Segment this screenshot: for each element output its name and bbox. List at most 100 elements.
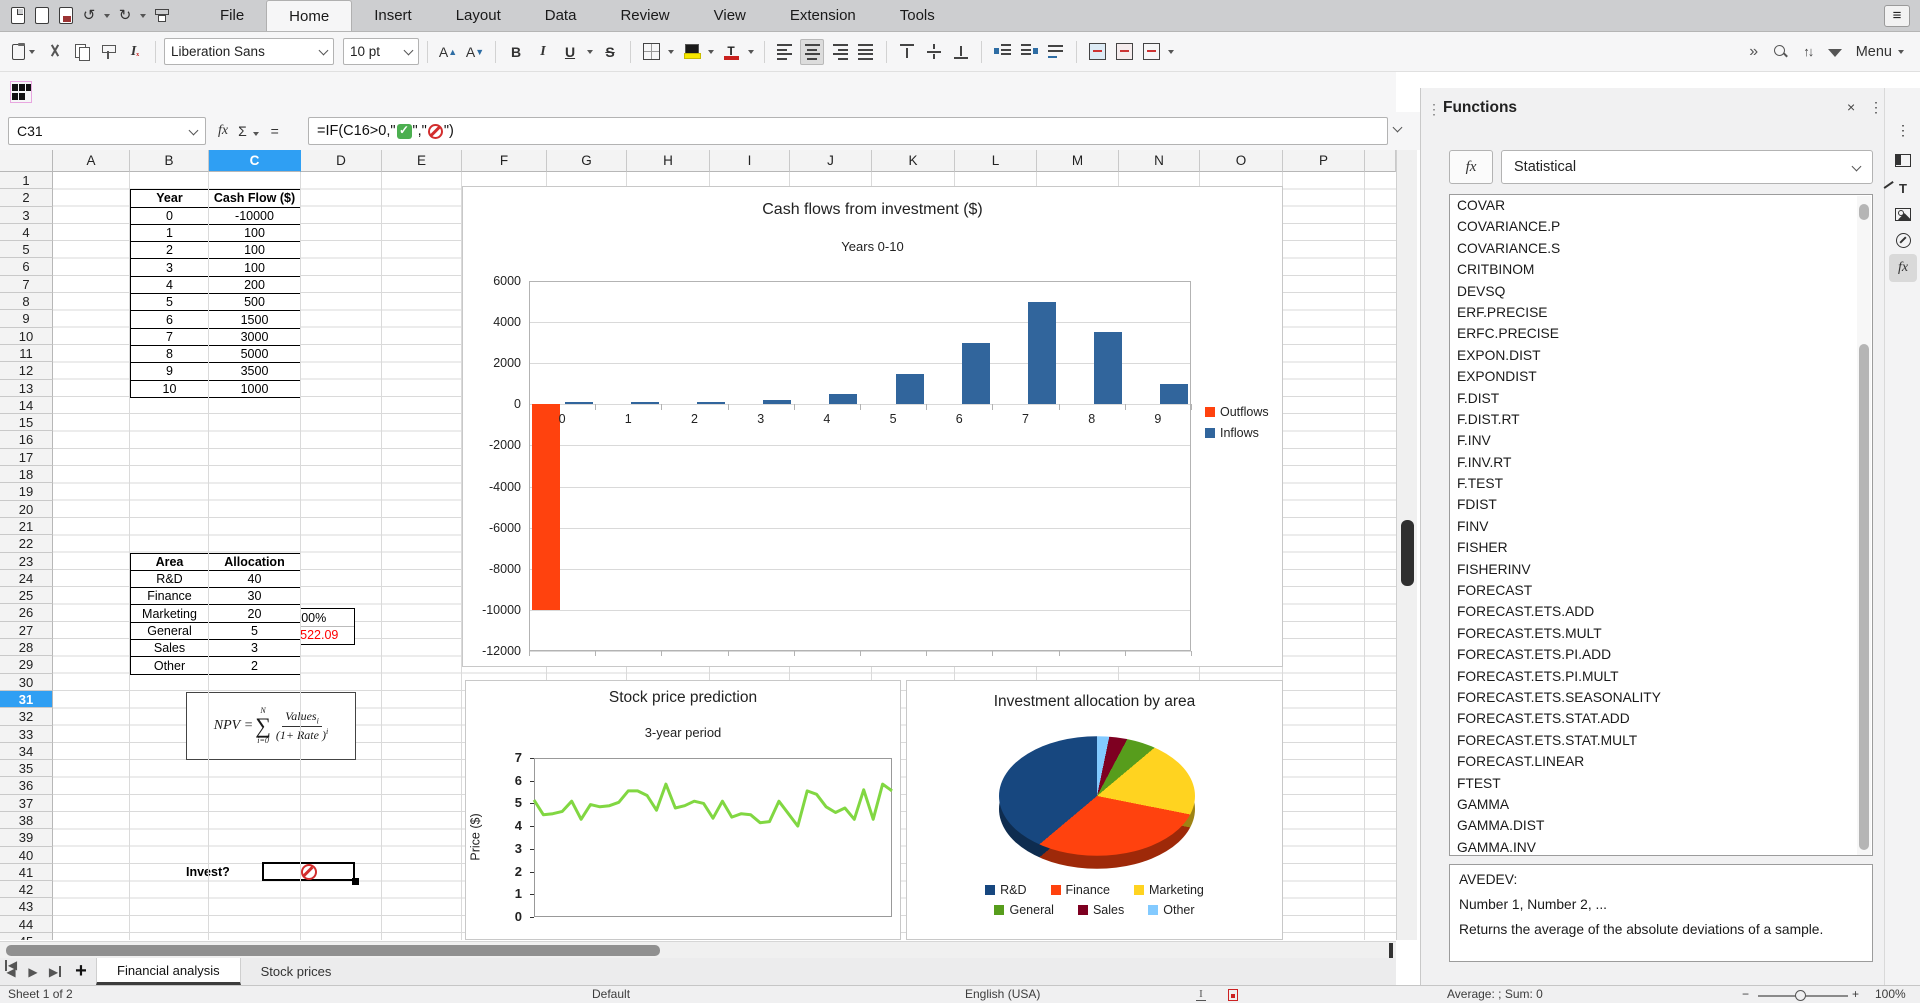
copy-button[interactable] [69, 39, 93, 65]
row-header-35[interactable]: 35 [0, 760, 53, 777]
npv-formula-image[interactable]: NPV = N∑i=0 Valuesi (1+ Rate )i [186, 692, 356, 760]
row-header-8[interactable]: 8 [0, 293, 53, 310]
legend-item[interactable]: Finance [1051, 883, 1110, 897]
line-chart[interactable]: Stock price prediction3-year period76543… [465, 680, 901, 940]
table-cell[interactable]: 3000 [209, 329, 301, 346]
function-list-item[interactable]: FISHERINV [1450, 559, 1872, 580]
row-header-1[interactable]: 1 [0, 172, 53, 189]
undo-icon[interactable]: ↺ [80, 6, 98, 26]
zoom-out-button[interactable]: − [1742, 987, 1749, 1001]
table-cell[interactable]: -10000 [209, 208, 301, 225]
gallery-deck-icon[interactable] [1889, 202, 1917, 226]
row-headers[interactable]: 1234567891011121314151617181920212223242… [0, 172, 53, 940]
table-cell[interactable]: 2 [209, 657, 301, 674]
new-document-icon[interactable] [8, 6, 28, 26]
row-header-3[interactable]: 3 [0, 207, 53, 224]
column-header-G[interactable]: G [547, 150, 627, 172]
function-list-item[interactable]: FORECAST.ETS.ADD [1450, 601, 1872, 622]
column-header-I[interactable]: I [710, 150, 790, 172]
outflow-bar[interactable] [532, 404, 560, 610]
row-header-37[interactable]: 37 [0, 795, 53, 812]
row-header-38[interactable]: 38 [0, 812, 53, 829]
column-header-C[interactable]: C [209, 150, 301, 172]
font-color-button[interactable]: T [719, 39, 743, 65]
inflow-bar[interactable] [1094, 332, 1122, 404]
column-header-M[interactable]: M [1037, 150, 1119, 172]
autofilter-button[interactable] [1823, 39, 1847, 65]
column-header-K[interactable]: K [872, 150, 955, 172]
last-sheet-icon[interactable]: ▶ [44, 958, 66, 985]
row-header-10[interactable]: 10 [0, 328, 53, 345]
table-cell[interactable]: 3 [209, 640, 301, 657]
table-cell[interactable]: 7 [131, 329, 209, 346]
function-list-scrollbar-thumb[interactable] [1859, 344, 1869, 850]
row-header-30[interactable]: 30 [0, 674, 53, 691]
table-cell[interactable]: 100 [209, 259, 301, 276]
table-cell[interactable]: 40 [209, 571, 301, 588]
row-header-19[interactable]: 19 [0, 483, 53, 500]
function-list-item[interactable]: FORECAST.ETS.SEASONALITY [1450, 687, 1872, 708]
row-header-36[interactable]: 36 [0, 777, 53, 794]
merge-center-button[interactable] [1112, 39, 1136, 65]
vertical-scrollbar-thumb[interactable] [1401, 520, 1414, 586]
table-cell[interactable]: 2 [131, 242, 209, 259]
column-header-A[interactable]: A [53, 150, 130, 172]
table-cell[interactable]: 6 [131, 311, 209, 328]
row-header-26[interactable]: 26 [0, 604, 53, 621]
row-header-34[interactable]: 34 [0, 743, 53, 760]
functions-deck-icon[interactable]: fx [1889, 254, 1917, 282]
merge-dropdown-icon[interactable] [1168, 50, 1174, 54]
name-box[interactable]: C31 [8, 117, 206, 145]
legend-item[interactable]: Inflows [1205, 426, 1259, 440]
function-wizard-button[interactable]: fx [1449, 150, 1493, 184]
select-all-corner[interactable] [0, 150, 53, 172]
first-sheet-icon[interactable]: ◀ [0, 958, 22, 972]
legend-item[interactable]: Outflows [1205, 405, 1269, 419]
column-header-N[interactable]: N [1119, 150, 1200, 172]
menu-tab-tools[interactable]: Tools [878, 0, 957, 31]
table-cell[interactable]: 200 [209, 277, 301, 294]
clear-formatting-button[interactable]: Iₓ [123, 39, 147, 65]
font-color-dropdown-icon[interactable] [748, 50, 754, 54]
bold-button[interactable]: B [504, 39, 528, 65]
grow-font-button[interactable]: A▲ [436, 39, 460, 65]
next-sheet-icon[interactable]: ▶ [22, 958, 44, 985]
category-combobox[interactable]: Statistical [1501, 150, 1873, 184]
print-icon[interactable] [152, 6, 172, 26]
function-list-item[interactable]: COVARIANCE.S [1450, 238, 1872, 259]
bar-chart[interactable]: Cash flows from investment ($)Years 0-10… [462, 186, 1283, 667]
row-header-40[interactable]: 40 [0, 847, 53, 864]
column-header-J[interactable]: J [790, 150, 872, 172]
table-cell[interactable]: 8 [131, 346, 209, 363]
function-list-item[interactable]: FORECAST.ETS.STAT.ADD [1450, 708, 1872, 729]
row-header-41[interactable]: 41 [0, 864, 53, 881]
autosum-icon[interactable]: Σ [238, 123, 261, 139]
column-header-E[interactable]: E [382, 150, 462, 172]
align-right-button[interactable] [827, 39, 851, 65]
legend-item[interactable]: R&D [985, 883, 1026, 897]
function-list-item[interactable]: FISHER [1450, 537, 1872, 558]
formula-input[interactable]: =IF(C16>0,"","") [308, 117, 1388, 145]
spreadsheet-grid[interactable]: ABCDEFGHIJKLMNOP 12345678910111213141516… [0, 150, 1396, 940]
row-header-16[interactable]: 16 [0, 431, 53, 448]
grid-widget-icon[interactable] [10, 81, 32, 103]
split-handle[interactable] [1389, 943, 1393, 958]
function-list-item[interactable]: DEVSQ [1450, 281, 1872, 302]
shrink-font-button[interactable]: A▼ [463, 39, 487, 65]
close-icon[interactable]: × [1847, 99, 1855, 115]
table-cell[interactable]: Marketing [131, 605, 209, 622]
table-cell[interactable]: 1500 [209, 311, 301, 328]
legend-item[interactable]: Sales [1078, 903, 1124, 917]
italic-button[interactable]: I [531, 39, 555, 65]
table-cell[interactable]: 9 [131, 363, 209, 380]
zoom-level[interactable]: 100% [1875, 987, 1906, 1001]
legend-item[interactable]: General [994, 903, 1053, 917]
inflow-bar[interactable] [829, 394, 857, 404]
column-header-D[interactable]: D [301, 150, 382, 172]
row-header-6[interactable]: 6 [0, 258, 53, 275]
page-style[interactable]: Default [592, 987, 630, 1001]
font-size-combobox[interactable]: 10 pt [343, 38, 419, 65]
row-header-4[interactable]: 4 [0, 224, 53, 241]
vertical-scrollbar[interactable] [1396, 150, 1417, 940]
function-list-item[interactable]: FORECAST.LINEAR [1450, 751, 1872, 772]
